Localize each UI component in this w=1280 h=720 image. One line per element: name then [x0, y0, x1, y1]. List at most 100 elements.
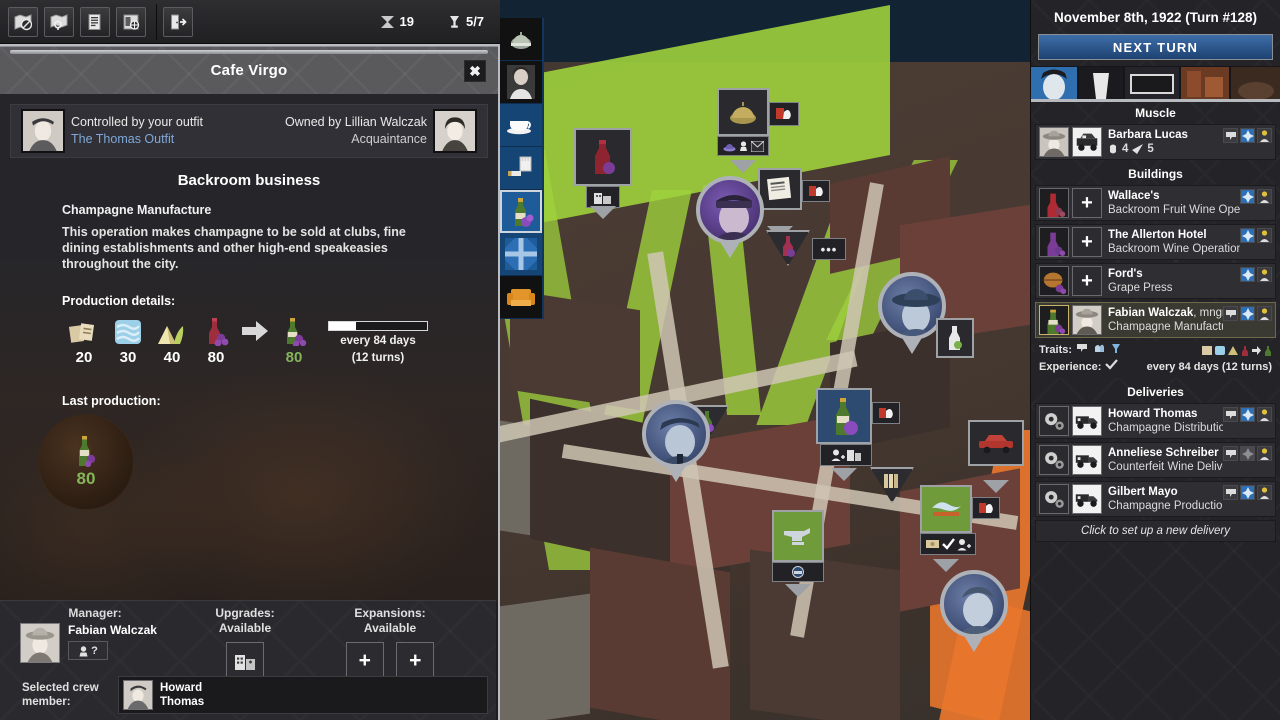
locate-icon[interactable]: [1240, 306, 1255, 321]
map-marker-ellipsis[interactable]: •••: [812, 238, 846, 260]
rail-item-cigarettes[interactable]: [500, 147, 542, 190]
locate-icon[interactable]: [1240, 407, 1255, 422]
marker-action-hand[interactable]: [972, 497, 1000, 519]
assign-icon[interactable]: [1257, 128, 1272, 143]
map-marker-champagne-business[interactable]: [816, 388, 900, 481]
list-item-selected[interactable]: Fabian Walczak, mngr. Champagne Manufact…: [1035, 302, 1276, 338]
controlled-by-label: Controlled by your outfit: [71, 115, 204, 129]
plus-icon[interactable]: +: [1072, 188, 1102, 218]
upgrade-button[interactable]: [226, 642, 264, 680]
marker-action-hand[interactable]: [802, 180, 830, 202]
event-thumbnail[interactable]: [1125, 66, 1179, 99]
assign-icon[interactable]: [1257, 306, 1272, 321]
next-turn-button[interactable]: NEXT TURN: [1038, 34, 1273, 60]
list-item[interactable]: Anneliese Schreiber Counterfeit Wine Del…: [1035, 442, 1276, 478]
list-item[interactable]: Gilbert Mayo Champagne Production: [1035, 481, 1276, 517]
list-item[interactable]: + Ford's Grape Press: [1035, 263, 1276, 299]
marker-action-hand[interactable]: [872, 402, 900, 424]
talk-icon[interactable]: [1223, 306, 1238, 321]
map-pin-crew-3[interactable]: [940, 570, 1008, 638]
marker-sub-actions[interactable]: [820, 444, 872, 466]
map-pin-crew-1[interactable]: [642, 400, 710, 468]
expansion-button-1[interactable]: +: [345, 642, 384, 680]
map-marker-newspaper[interactable]: [758, 168, 830, 239]
manager-avatar[interactable]: [20, 623, 60, 663]
locate-icon[interactable]: [1240, 128, 1255, 143]
event-thumbnail-strip[interactable]: [1031, 66, 1280, 102]
list-item[interactable]: + Wallace's Backroom Fruit Wine Operatio…: [1035, 185, 1276, 221]
outfit-name[interactable]: The Thomas Outfit: [71, 131, 203, 148]
marker-action-hand[interactable]: [769, 102, 799, 126]
map-toggle-button[interactable]: [8, 6, 38, 37]
assign-icon[interactable]: [1257, 407, 1272, 422]
assign-icon[interactable]: [1257, 267, 1272, 282]
locate-icon[interactable]: [1240, 485, 1255, 500]
event-thumbnail[interactable]: [1231, 66, 1280, 99]
locate-icon[interactable]: [1240, 228, 1255, 243]
event-thumbnail[interactable]: [1181, 66, 1229, 99]
map-marker-counterfeit[interactable]: [920, 485, 1000, 572]
list-item-text: The Allerton Hotel Backroom Wine Operati…: [1105, 228, 1240, 256]
stat-fists: 4: [1122, 143, 1129, 155]
talk-icon[interactable]: [1223, 407, 1238, 422]
assign-icon[interactable]: [1257, 189, 1272, 204]
rail-item-bell[interactable]: [500, 18, 542, 61]
plus-icon[interactable]: +: [1072, 266, 1102, 296]
locate-icon[interactable]: [1240, 189, 1255, 204]
list-item[interactable]: Barbara Lucas 4 5: [1035, 124, 1276, 160]
row-actions: [1223, 446, 1272, 461]
plus-icon[interactable]: +: [1072, 227, 1102, 257]
marker-icon-box[interactable]: [968, 420, 1024, 466]
marker-icon-box[interactable]: [717, 88, 769, 136]
marker-sub-actions[interactable]: [586, 186, 620, 208]
map-marker-speakeasy[interactable]: [717, 88, 799, 173]
rail-item-portrait[interactable]: [500, 61, 542, 104]
rail-item-coffee[interactable]: [500, 104, 542, 147]
exit-button[interactable]: [163, 6, 193, 37]
event-thumbnail[interactable]: [1079, 66, 1123, 99]
expansions-label: Expansions:: [354, 606, 426, 620]
check-icon: [941, 538, 955, 550]
event-thumbnail[interactable]: [1031, 66, 1077, 99]
marker-sub-actions[interactable]: [717, 136, 769, 156]
map-marker-car[interactable]: [968, 420, 1024, 493]
marker-icon-box[interactable]: [816, 388, 872, 444]
expansion-button-2[interactable]: +: [396, 642, 435, 680]
business-name: Champagne Manufacture: [62, 203, 212, 217]
assign-icon[interactable]: [1257, 485, 1272, 500]
marker-icon-box[interactable]: [574, 128, 632, 186]
locate-icon-off[interactable]: [1240, 446, 1255, 461]
talk-icon[interactable]: [1223, 485, 1238, 500]
map-search-button[interactable]: [44, 6, 74, 37]
city-overview-button[interactable]: [116, 6, 146, 37]
map-pin-officer[interactable]: [696, 176, 764, 244]
marker-icon-box[interactable]: [772, 510, 824, 562]
map-marker-bowling[interactable]: [936, 318, 974, 358]
marker-sub-actions[interactable]: [772, 562, 824, 582]
selected-crew-slot[interactable]: Howard Thomas: [118, 676, 488, 714]
marker-icon-box[interactable]: [758, 168, 802, 210]
new-delivery-hint[interactable]: Click to set up a new delivery: [1035, 520, 1276, 542]
close-icon[interactable]: ✖: [464, 60, 486, 82]
talk-icon[interactable]: [1223, 446, 1238, 461]
rail-item-champagne[interactable]: [500, 190, 542, 233]
map-marker-wine-building[interactable]: [574, 128, 632, 219]
assign-icon[interactable]: [1257, 446, 1272, 461]
rail-item-crossroads[interactable]: [500, 233, 542, 276]
map-marker-workshop[interactable]: [772, 510, 824, 597]
list-item[interactable]: + The Allerton Hotel Backroom Wine Opera…: [1035, 224, 1276, 260]
rail-item-armchair[interactable]: [500, 276, 542, 319]
list-item[interactable]: Howard Thomas Champagne Distribution: [1035, 403, 1276, 439]
last-production-display: 80: [38, 414, 134, 510]
manager-info-chip[interactable]: ?: [68, 641, 108, 660]
marker-icon-box[interactable]: [920, 485, 972, 533]
locate-icon[interactable]: [1240, 267, 1255, 282]
marker-sub-actions[interactable]: [920, 533, 976, 555]
ledger-button[interactable]: [80, 6, 110, 37]
map-filter-rail[interactable]: [500, 18, 544, 319]
talk-icon[interactable]: [1223, 128, 1238, 143]
marker-icon-box[interactable]: [936, 318, 974, 358]
city-map[interactable]: •••: [500, 0, 1030, 720]
assign-icon[interactable]: [1257, 228, 1272, 243]
expansions-status: Available: [363, 621, 417, 635]
